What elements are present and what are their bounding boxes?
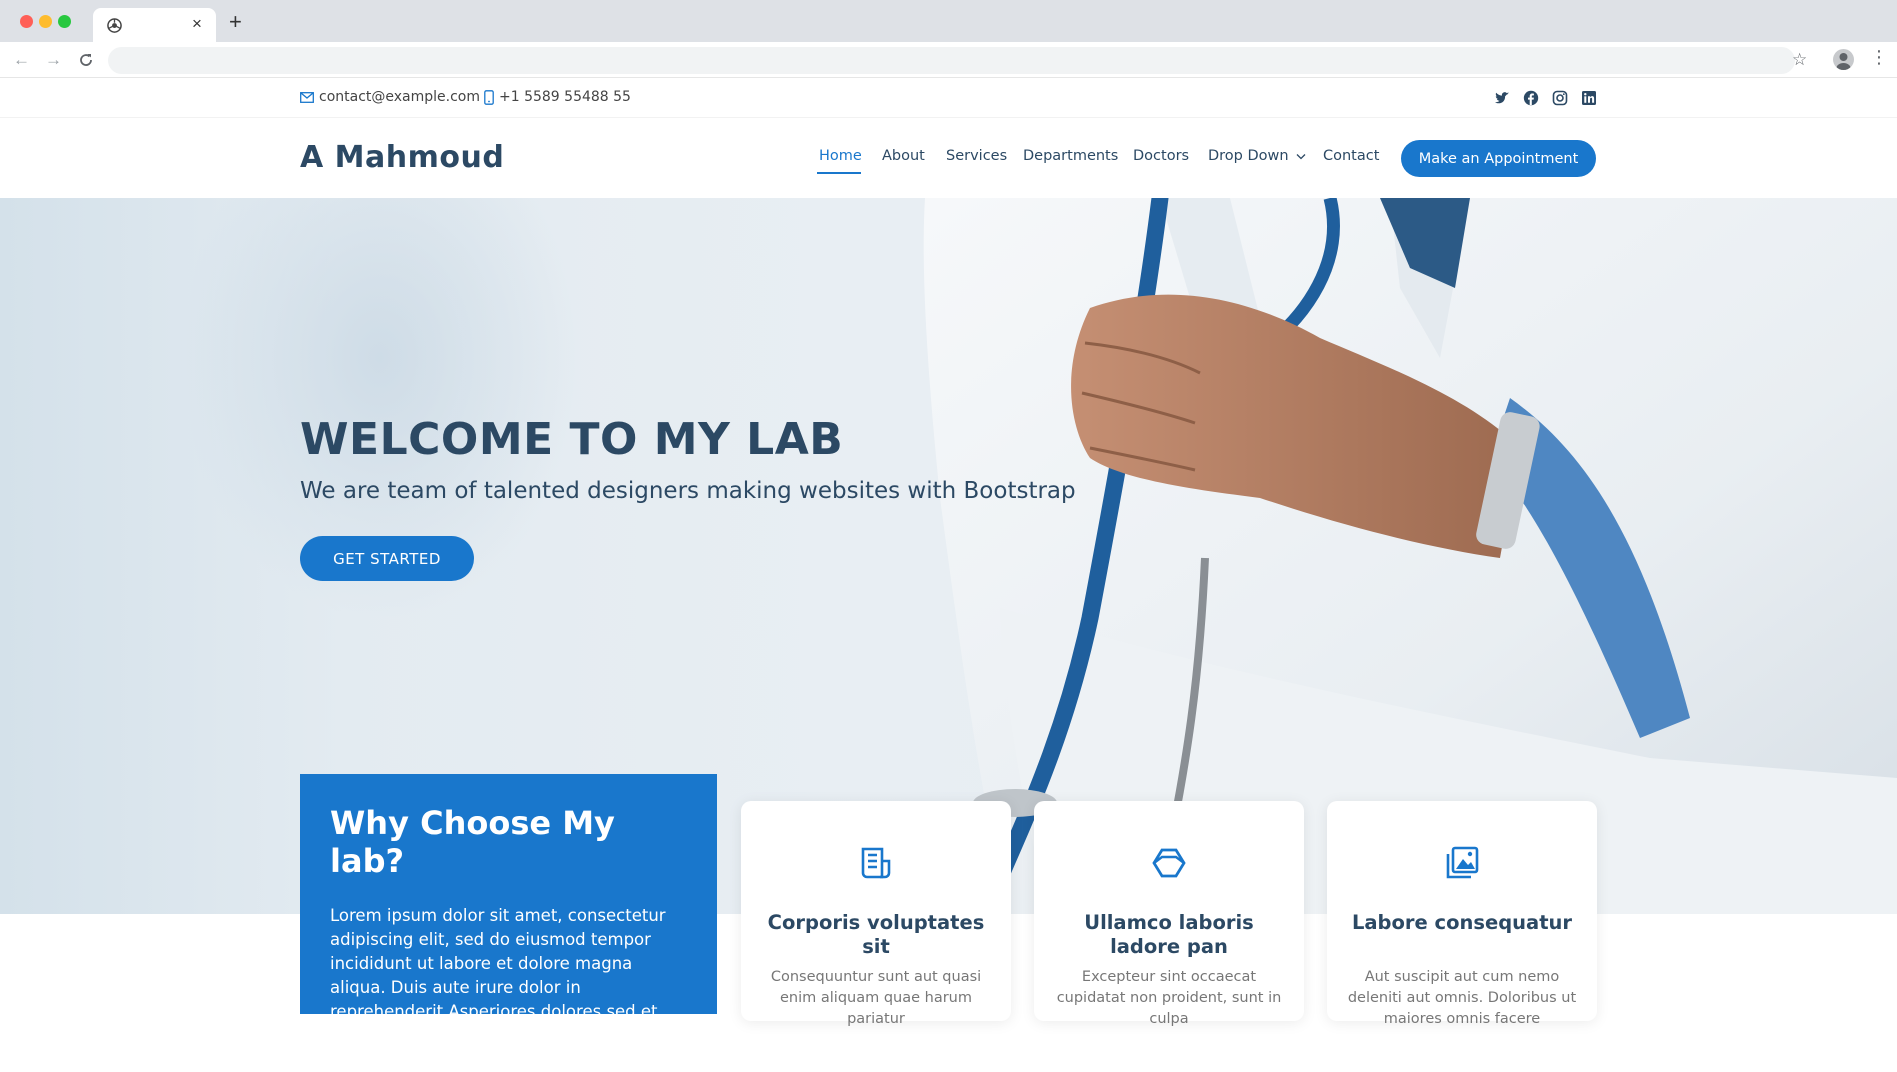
nav-active-indicator — [817, 172, 861, 174]
back-icon[interactable]: ← — [13, 50, 30, 70]
browser-tab-strip: × + — [0, 0, 1897, 42]
hero-title: WELCOME TO MY LAB — [300, 414, 844, 465]
get-started-button[interactable]: GET STARTED — [300, 536, 474, 581]
address-bar-row: ← → ☆ ⋮ — [0, 42, 1897, 78]
phone-icon — [484, 89, 494, 105]
close-window-button[interactable] — [20, 15, 33, 28]
card-title: Ullamco laboris ladore pan — [1084, 911, 1254, 958]
nav-about[interactable]: About — [882, 148, 925, 164]
images-icon — [1446, 846, 1479, 879]
site-logo[interactable]: A Mahmoud — [300, 140, 504, 175]
contact-email[interactable]: contact@example.com — [300, 89, 480, 105]
card-title: Corporis voluptates sit — [767, 911, 985, 958]
cube-icon — [1152, 848, 1186, 878]
chevron-down-icon — [1296, 154, 1306, 160]
make-appointment-button[interactable]: Make an Appointment — [1401, 140, 1596, 177]
why-text: Lorem ipsum dolor sit amet, consectetur … — [330, 906, 666, 1069]
site-topbar: contact@example.com +1 5589 55488 55 — [0, 79, 1897, 118]
browser-tab[interactable]: × — [93, 8, 216, 42]
address-bar[interactable] — [108, 47, 1795, 74]
nav-dropdown[interactable]: Drop Down — [1208, 148, 1306, 164]
contact-phone[interactable]: +1 5589 55488 55 — [484, 89, 631, 105]
feature-card: Ullamco laboris ladore pan Excepteur sin… — [1034, 801, 1304, 1027]
nav-dropdown-label: Drop Down — [1208, 148, 1289, 164]
nav-departments[interactable]: Departments — [1023, 148, 1118, 164]
maximize-window-button[interactable] — [58, 15, 71, 28]
envelope-icon — [300, 91, 314, 103]
profile-avatar[interactable] — [1833, 49, 1854, 70]
email-text: contact@example.com — [319, 89, 480, 105]
card-text: Aut suscipit aut cum nemo deleniti aut o… — [1347, 969, 1577, 1027]
nav-services[interactable]: Services — [946, 148, 1007, 164]
bookmark-star-icon[interactable]: ☆ — [1792, 50, 1807, 70]
person-icon — [1836, 53, 1851, 70]
feature-card: Corporis voluptates sit Consequuntur sun… — [741, 801, 1011, 1027]
forward-icon[interactable]: → — [45, 50, 62, 70]
nav-home[interactable]: Home — [819, 148, 862, 164]
chrome-icon — [107, 18, 122, 33]
new-tab-button[interactable]: + — [229, 9, 242, 35]
reload-icon[interactable] — [78, 52, 94, 68]
browser-menu-icon[interactable]: ⋮ — [1870, 48, 1888, 66]
facebook-icon[interactable] — [1523, 90, 1539, 106]
nav-doctors[interactable]: Doctors — [1133, 148, 1189, 164]
twitter-icon[interactable] — [1494, 90, 1510, 106]
linkedin-icon[interactable] — [1581, 90, 1597, 106]
feature-card: Labore consequatur Aut suscipit aut cum … — [1327, 801, 1597, 1027]
card-title: Labore consequatur — [1351, 911, 1573, 934]
receipt-icon — [861, 847, 891, 879]
why-choose-box: Why Choose My lab? Lorem ipsum dolor sit… — [300, 774, 717, 1069]
card-text: Consequuntur sunt aut quasi enim aliquam… — [770, 969, 982, 1027]
hero-subtitle: We are team of talented designers making… — [300, 478, 1076, 504]
site-header: A Mahmoud Home About Services Department… — [0, 118, 1897, 198]
card-text: Excepteur sint occaecat cupidatat non pr… — [1056, 969, 1282, 1027]
phone-text: +1 5589 55488 55 — [499, 89, 631, 105]
minimize-window-button[interactable] — [39, 15, 52, 28]
instagram-icon[interactable] — [1552, 90, 1568, 106]
why-title: Why Choose My lab? — [330, 804, 615, 880]
close-tab-icon[interactable]: × — [192, 14, 202, 34]
nav-contact[interactable]: Contact — [1323, 148, 1379, 164]
